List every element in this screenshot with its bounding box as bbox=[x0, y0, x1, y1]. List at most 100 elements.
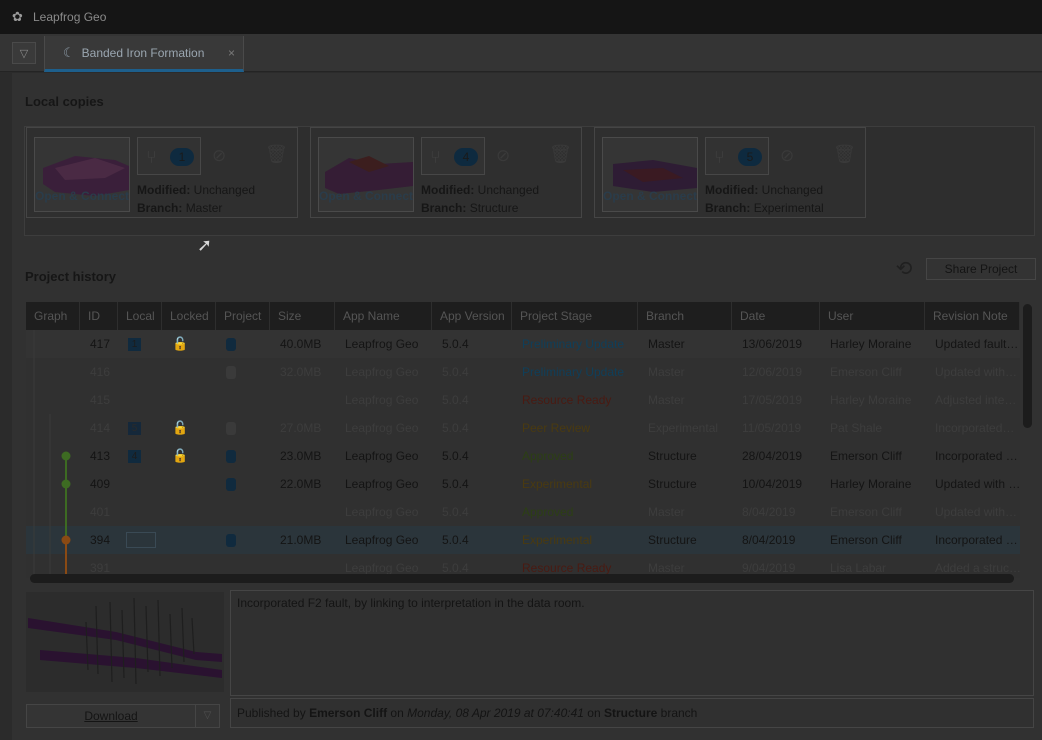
cell-branch: Experimental bbox=[640, 414, 734, 442]
column-header-revision-note[interactable]: Revision Note bbox=[925, 302, 1020, 330]
cell-app-version: 5.0.4 bbox=[434, 414, 514, 442]
app-version-value: 5.0.4 bbox=[442, 337, 469, 351]
trash-icon[interactable]: 🗑 bbox=[549, 144, 572, 165]
cell-id: 416 bbox=[82, 358, 120, 386]
revision-note-value: Incorporated… bbox=[935, 421, 1015, 435]
history-graph bbox=[33, 330, 71, 578]
close-icon[interactable]: × bbox=[228, 46, 235, 60]
vertical-scrollbar[interactable] bbox=[1023, 304, 1032, 428]
published-suffix: branch bbox=[660, 706, 698, 720]
app-version-value: 5.0.4 bbox=[442, 421, 469, 435]
column-header-size[interactable]: Size bbox=[270, 302, 335, 330]
user-value: Emerson Cliff bbox=[830, 365, 902, 379]
tab-list-dropdown-button[interactable]: ▽ bbox=[12, 42, 36, 64]
cell-app-name: Leapfrog Geo bbox=[337, 470, 434, 498]
branch-icon: ⑂ bbox=[146, 147, 157, 167]
disconnect-icon[interactable]: ⊘ bbox=[780, 146, 794, 166]
cell-project-stage: Peer Review bbox=[514, 414, 640, 442]
column-header-project-stage[interactable]: Project Stage bbox=[512, 302, 638, 330]
project-stage-value: Approved bbox=[522, 449, 574, 463]
revision-note-value: Added a struc… bbox=[935, 561, 1020, 575]
horizontal-scrollbar[interactable] bbox=[30, 574, 1014, 583]
cell-app-name: Leapfrog Geo bbox=[337, 330, 434, 358]
trash-icon[interactable]: 🗑 bbox=[833, 144, 856, 165]
local-copy-card: Open & Connect ⑂ 5 ⊘ 🗑 Modified: Unchanged Bra… bbox=[594, 127, 866, 218]
disconnect-icon[interactable]: ⊘ bbox=[212, 146, 226, 166]
cell-locked bbox=[164, 386, 218, 414]
table-row[interactable]: 415 Leapfrog Geo 5.0.4 Resource Ready Master… bbox=[26, 386, 1020, 414]
local-copies-title: Local copies bbox=[25, 94, 104, 109]
local-copy-meta: Modified: Unchanged Branch: Structure bbox=[421, 181, 539, 217]
cell-project-stage: Approved bbox=[514, 498, 640, 526]
column-header-id[interactable]: ID bbox=[80, 302, 118, 330]
refresh-icon[interactable]: ⟲ bbox=[893, 258, 915, 280]
column-header-user[interactable]: User bbox=[820, 302, 925, 330]
branch-versions-button[interactable]: ⑂ 1 bbox=[137, 137, 201, 175]
open-connect-label: Open & Connect bbox=[35, 189, 130, 203]
version-count-badge: 1 bbox=[170, 148, 194, 166]
table-row[interactable]: 416 32.0MB Leapfrog Geo 5.0.4 Preliminary Up… bbox=[26, 358, 1020, 386]
table-row[interactable]: 409 22.0MB Leapfrog Geo 5.0.4 Experimental St… bbox=[26, 470, 1020, 498]
branch-versions-button[interactable]: ⑂ 4 bbox=[421, 137, 485, 175]
column-header-date[interactable]: Date bbox=[732, 302, 820, 330]
project-stage-value: Experimental bbox=[522, 533, 593, 547]
cell-branch: Master bbox=[640, 498, 734, 526]
share-project-button[interactable]: Share Project bbox=[926, 258, 1036, 280]
table-row[interactable]: 413 4 🔓 23.0MB Leapfrog Geo 5.0.4 Approved Stru… bbox=[26, 442, 1020, 470]
cell-locked: 🔓 bbox=[164, 414, 218, 442]
cell-app-name: Leapfrog Geo bbox=[337, 414, 434, 442]
download-button[interactable]: Download ▽ bbox=[26, 704, 220, 728]
cell-local bbox=[120, 386, 164, 414]
date-value: 13/06/2019 bbox=[742, 337, 803, 351]
app-version-value: 5.0.4 bbox=[442, 533, 469, 547]
table-row[interactable]: 401 Leapfrog Geo 5.0.4 Approved Master 8/04/2… bbox=[26, 498, 1020, 526]
app-name-value: Leapfrog Geo bbox=[345, 477, 419, 491]
local-copy-card: Open & Connect ⑂ 4 ⊘ 🗑 Modified: Unchanged Bra… bbox=[310, 127, 582, 218]
unlock-icon[interactable]: 🔓 bbox=[172, 336, 188, 351]
id-value: 414 bbox=[90, 421, 111, 435]
trash-icon[interactable]: 🗑 bbox=[265, 144, 288, 165]
open-connect-button[interactable]: Open & Connect bbox=[34, 137, 130, 212]
branch-value: Structure bbox=[469, 201, 519, 215]
unlock-icon[interactable]: 🔓 bbox=[172, 448, 188, 463]
chevron-down-icon[interactable]: ▽ bbox=[195, 705, 219, 727]
cell-size: 22.0MB bbox=[272, 470, 337, 498]
cell-project bbox=[218, 386, 272, 414]
column-header-app-version[interactable]: App Version bbox=[432, 302, 512, 330]
cell-size: 23.0MB bbox=[272, 442, 337, 470]
cell-date: 8/04/2019 bbox=[734, 498, 822, 526]
cell-revision-note: Updated fault… bbox=[927, 330, 1020, 358]
user-value: Emerson Cliff bbox=[830, 449, 902, 463]
leapfrog-logo-icon: ✿ bbox=[12, 9, 23, 24]
cell-id: 409 bbox=[82, 470, 120, 498]
cell-app-name: Leapfrog Geo bbox=[337, 442, 434, 470]
size-value: 21.0MB bbox=[280, 533, 322, 547]
column-header-app-name[interactable]: App Name bbox=[335, 302, 432, 330]
open-connect-button[interactable]: Open & Connect bbox=[318, 137, 414, 212]
column-header-local[interactable]: Local bbox=[118, 302, 162, 330]
cell-project-stage: Approved bbox=[514, 442, 640, 470]
branch-key: Branch: bbox=[705, 201, 751, 215]
tab-label: Banded Iron Formation bbox=[81, 45, 205, 60]
cell-size: 21.0MB bbox=[272, 526, 337, 554]
graph-node bbox=[61, 451, 71, 461]
cell-id: 394 bbox=[82, 526, 120, 554]
published-branch: Structure bbox=[603, 706, 658, 720]
branch-versions-button[interactable]: ⑂ 5 bbox=[705, 137, 769, 175]
table-row[interactable]: 417 1 🔓 40.0MB Leapfrog Geo 5.0.4 Preliminary … bbox=[26, 330, 1020, 358]
open-connect-button[interactable]: Open & Connect bbox=[602, 137, 698, 212]
cell-project bbox=[218, 442, 272, 470]
column-header-graph[interactable]: Graph bbox=[26, 302, 80, 330]
cell-local: 5 bbox=[120, 414, 164, 442]
tab-banded-iron-formation[interactable]: ☾ Banded Iron Formation × bbox=[44, 36, 244, 72]
table-row[interactable]: 414 5 🔓 27.0MB Leapfrog Geo 5.0.4 Peer Review E… bbox=[26, 414, 1020, 442]
id-value: 401 bbox=[90, 505, 111, 519]
user-value: Emerson Cliff bbox=[830, 505, 902, 519]
column-header-branch[interactable]: Branch bbox=[638, 302, 732, 330]
column-header-project[interactable]: Project bbox=[216, 302, 270, 330]
table-row[interactable]: 394 21.0MB Leapfrog Geo 5.0.4 Experimental St… bbox=[26, 526, 1020, 554]
column-header-locked[interactable]: Locked bbox=[162, 302, 216, 330]
unlock-icon[interactable]: 🔓 bbox=[172, 420, 188, 435]
disconnect-icon[interactable]: ⊘ bbox=[496, 146, 510, 166]
modified-key: Modified: bbox=[137, 183, 191, 197]
